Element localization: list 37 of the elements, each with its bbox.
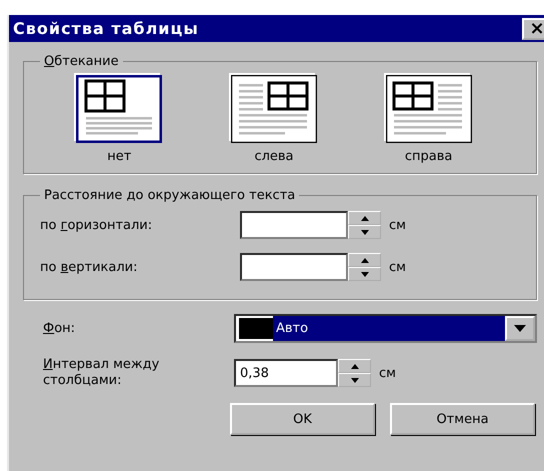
field-label: Фон: (43, 321, 76, 336)
up-arrow-icon (350, 364, 358, 368)
field-label: по горизонтали: (40, 218, 154, 232)
up-arrow-icon (360, 216, 368, 220)
option-label: справа (404, 149, 452, 164)
group-title: Расстояние до окружающего текста (43, 188, 296, 203)
input-field[interactable]: 0,38 (234, 359, 338, 387)
cancel-button[interactable]: Отмена (390, 403, 535, 435)
unit-label: см (379, 366, 396, 380)
input-field[interactable] (240, 253, 348, 281)
group-title: Обтекание (43, 54, 120, 69)
dropdown-value: Авто (273, 316, 505, 341)
up-arrow-icon (360, 258, 368, 262)
down-arrow-icon (360, 230, 368, 234)
field-label: по вертикали: (40, 260, 138, 274)
spin-down-button[interactable] (338, 373, 371, 387)
unit-label: см (389, 260, 406, 274)
window-title: Свойства таблицы (13, 19, 199, 38)
wrap-option-icon[interactable] (386, 75, 472, 143)
option-label: слева (254, 149, 294, 164)
down-arrow-icon (350, 378, 358, 382)
unit-label: см (389, 218, 406, 232)
down-arrow-icon (360, 272, 368, 276)
spin-down-button[interactable] (348, 267, 381, 281)
wrap-option-icon[interactable] (230, 75, 317, 143)
spin-up-button[interactable] (348, 211, 381, 225)
close-button[interactable]: × (522, 18, 544, 40)
wrap-option-icon[interactable] (76, 75, 162, 143)
option-label: нет (107, 149, 132, 164)
color-swatch (239, 318, 273, 339)
spin-up-button[interactable] (348, 253, 381, 267)
spin-down-button[interactable] (348, 225, 381, 239)
color-dropdown[interactable]: Авто (234, 314, 537, 343)
field-label: Интервал между столбцами: (43, 357, 160, 389)
spin-up-button[interactable] (338, 359, 371, 373)
ok-button[interactable]: OK (230, 403, 375, 435)
input-field[interactable] (240, 211, 348, 239)
